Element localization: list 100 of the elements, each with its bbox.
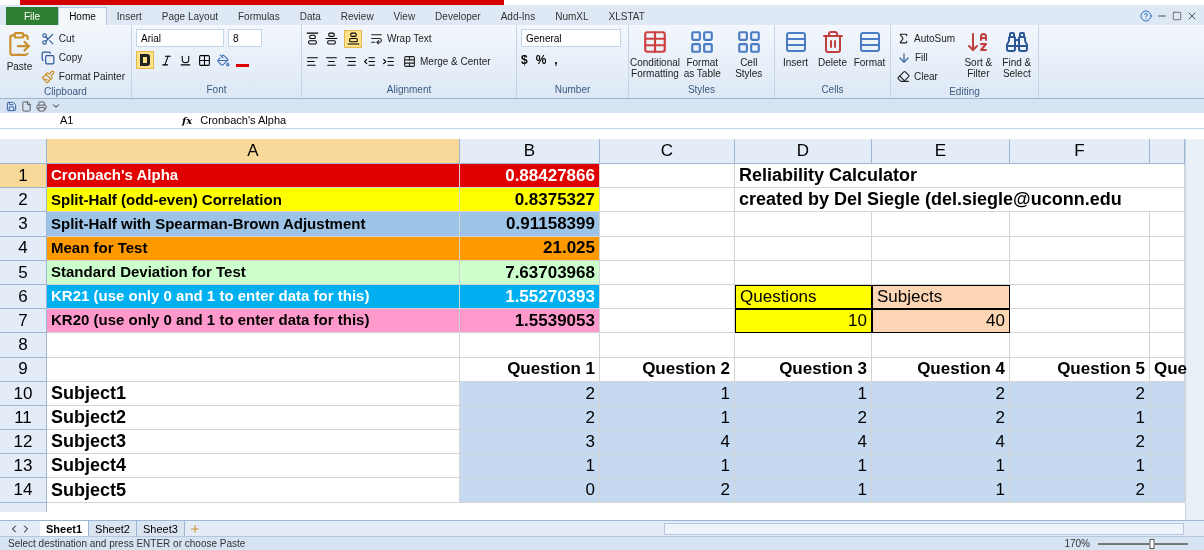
table-cell[interactable]	[600, 333, 735, 358]
comma-button[interactable]: ,	[554, 51, 558, 69]
table-cell[interactable]: 2	[460, 405, 600, 431]
ribbon-button[interactable]: Format as Table	[681, 29, 724, 79]
table-cell[interactable]: Subject2	[47, 405, 460, 431]
table-cell[interactable]	[600, 188, 735, 213]
table-cell[interactable]	[600, 212, 735, 237]
row-header[interactable]: 9	[0, 357, 47, 382]
ribbon-tab[interactable]: Page Layout	[151, 7, 228, 25]
column-header[interactable]: F	[1010, 139, 1150, 163]
currency-button[interactable]: $	[521, 51, 528, 69]
percent-button[interactable]: %	[535, 51, 547, 69]
row-header[interactable]: 8	[0, 333, 47, 358]
ribbon-button[interactable]: Cell Styles	[727, 29, 770, 79]
number-format-field[interactable]: General	[521, 29, 621, 47]
table-cell[interactable]: 7.63703968	[460, 260, 600, 285]
row-header[interactable]: 1	[0, 164, 47, 189]
table-cell[interactable]	[735, 212, 872, 237]
table-cell[interactable]	[872, 260, 1010, 285]
table-cell[interactable]: 4	[872, 430, 1010, 455]
table-cell[interactable]	[1150, 430, 1185, 455]
table-cell[interactable]: 1	[872, 478, 1010, 503]
ribbon-button[interactable]: Sort & Filter	[961, 29, 996, 79]
table-cell[interactable]: Subject4	[47, 454, 460, 479]
table-cell[interactable]: 0.91158399	[460, 212, 600, 237]
table-cell[interactable]: 1	[872, 454, 1010, 479]
table-cell[interactable]	[1150, 454, 1185, 479]
table-cell[interactable]: 1	[600, 405, 735, 431]
table-cell[interactable]	[600, 260, 735, 285]
row-header[interactable]: 6	[0, 284, 47, 310]
ribbon-button[interactable]: Find & Select	[999, 29, 1034, 79]
ribbon-button[interactable]: Clear	[895, 67, 958, 86]
customize-icon[interactable]	[51, 101, 61, 111]
table-cell[interactable]: 2	[735, 405, 872, 431]
align-bottom-button[interactable]	[344, 29, 362, 48]
ribbon-tab[interactable]: NumXL	[545, 7, 599, 25]
ribbon-button[interactable]: Format	[853, 29, 886, 68]
table-cell[interactable]: Subject5	[47, 478, 460, 503]
ribbon-tab[interactable]: Developer	[425, 7, 491, 25]
table-cell[interactable]: Question 1	[460, 357, 600, 382]
table-cell[interactable]: 4	[600, 430, 735, 455]
table-cell[interactable]: 1	[1010, 405, 1150, 431]
table-cell[interactable]: 0	[460, 478, 600, 503]
ribbon-button[interactable]: Merge & Center	[401, 52, 493, 71]
table-cell[interactable]	[1010, 333, 1150, 358]
table-cell[interactable]	[1150, 405, 1185, 431]
align-right-icon[interactable]	[344, 55, 357, 68]
ribbon-tab[interactable]: Add-Ins	[490, 7, 546, 25]
fill-color-icon[interactable]	[217, 53, 230, 67]
row-header[interactable]: 4	[0, 236, 47, 261]
column-header[interactable]: E	[872, 139, 1010, 163]
name-box[interactable]: A1	[0, 113, 120, 128]
table-cell[interactable]	[735, 333, 872, 358]
ribbon-button[interactable]: Delete	[816, 29, 849, 68]
table-cell[interactable]: 2	[872, 381, 1010, 406]
table-cell[interactable]: KR20 (use only 0 and 1 to enter data for this)	[47, 309, 460, 334]
table-cell[interactable]: Question 4	[872, 357, 1010, 382]
indent-icon[interactable]	[363, 55, 376, 68]
font-size-field[interactable]: 8	[228, 29, 262, 47]
table-cell[interactable]: 0.88427866	[460, 164, 600, 189]
table-cell[interactable]: 2	[600, 478, 735, 503]
ribbon-button[interactable]: Fill	[895, 48, 958, 67]
table-cell[interactable]: 1	[735, 478, 872, 503]
table-cell[interactable]: 40	[872, 309, 1010, 334]
italic-icon[interactable]	[160, 53, 173, 67]
table-cell[interactable]: 3	[460, 430, 600, 455]
align-center-icon[interactable]	[325, 55, 338, 68]
table-cell[interactable]: Question 2	[600, 357, 735, 382]
table-cell[interactable]: 1	[735, 454, 872, 479]
ribbon-button[interactable]: Wrap Text	[368, 29, 434, 48]
align-middle-icon[interactable]	[325, 32, 338, 45]
row-header[interactable]: 2	[0, 188, 47, 213]
row-header[interactable]: 12	[0, 430, 47, 455]
ribbon-tab[interactable]: Insert	[106, 7, 152, 25]
indent-icon[interactable]	[382, 55, 395, 68]
table-cell[interactable]: Questions	[735, 284, 872, 310]
table-cell[interactable]: Cronbach's Alpha	[47, 164, 460, 189]
row-header[interactable]	[0, 502, 47, 512]
table-cell[interactable]: Reliability Calculator	[735, 164, 1185, 189]
ribbon-tab[interactable]: Review	[330, 7, 384, 25]
table-cell[interactable]	[735, 260, 872, 285]
table-cell[interactable]: 21.025	[460, 236, 600, 261]
ribbon-tab[interactable]: View	[383, 7, 426, 25]
table-cell[interactable]: 10	[735, 309, 872, 334]
ribbon-tab[interactable]: Data	[289, 7, 331, 25]
table-cell[interactable]: Split-Half (odd-even) Correlation	[47, 188, 460, 213]
row-header[interactable]: 11	[0, 405, 47, 431]
table-cell[interactable]	[1010, 260, 1150, 285]
column-header[interactable]: A	[47, 139, 460, 163]
ribbon-button[interactable]: Format Painter	[38, 67, 127, 86]
ribbon-button[interactable]: Cut	[38, 29, 127, 48]
table-cell[interactable]: 4	[735, 430, 872, 455]
table-cell[interactable]: Mean for Test	[47, 236, 460, 261]
table-cell[interactable]: 1	[1010, 454, 1150, 479]
table-cell[interactable]: 2	[872, 405, 1010, 431]
ribbon-button[interactable]: Paste	[4, 29, 35, 72]
table-cell[interactable]: 1.5539053	[460, 309, 600, 334]
table-cell[interactable]: Split-Half with Spearman-Brown Adjustment	[47, 212, 460, 237]
table-cell[interactable]: Question 3	[735, 357, 872, 382]
row-header[interactable]: 3	[0, 212, 47, 237]
